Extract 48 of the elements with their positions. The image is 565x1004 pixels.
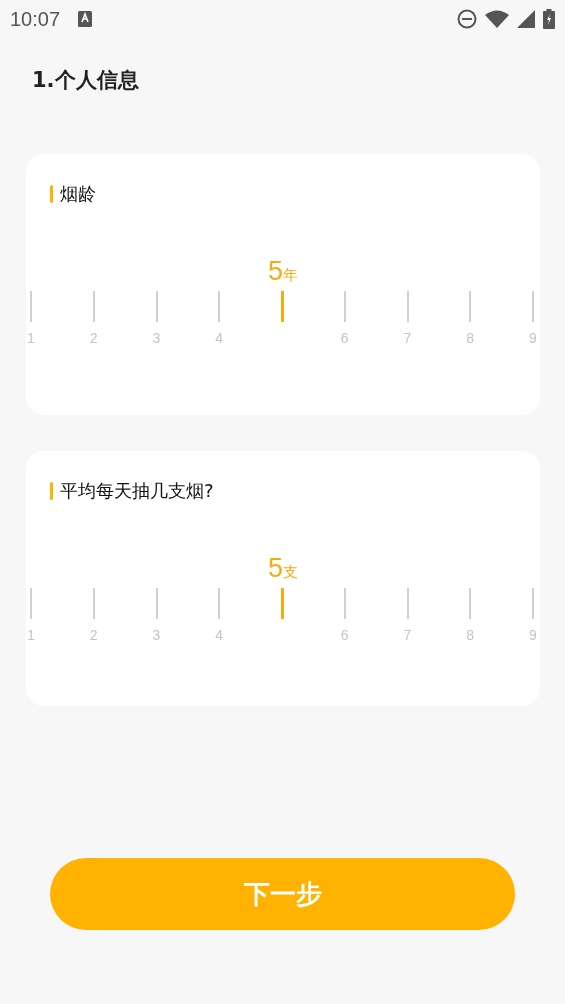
notification-icon [78,11,93,27]
tick-label: 4 [215,330,224,346]
tick-label: 7 [403,627,412,643]
page-title: 1.个人信息 [32,67,140,94]
tick-label: 8 [466,330,475,346]
tick-label: 9 [529,627,537,643]
signal-icon [517,10,535,28]
ruler-tick[interactable] [532,588,534,619]
selected-value: 5支 [268,553,298,584]
selected-tick[interactable] [280,291,284,322]
tick-label: 1 [27,330,35,346]
tick-label: 9 [529,330,537,346]
ruler-tick[interactable] [469,291,472,322]
ruler-tick[interactable] [406,588,409,619]
ruler-tick[interactable] [343,588,346,619]
status-time: 10:07 [10,7,61,31]
ruler-tick[interactable] [155,291,158,322]
ruler-tick[interactable] [532,291,534,322]
selected-tick[interactable] [280,588,284,619]
ruler-tick[interactable] [30,588,32,619]
ruler-tick[interactable] [92,588,95,619]
tick-label: 6 [340,330,349,346]
tick-label: 2 [89,627,98,643]
ruler-tick[interactable] [92,291,95,322]
tick-label: 8 [466,627,475,643]
tick-label: 7 [403,330,412,346]
ruler-tick[interactable] [218,588,221,619]
tick-label: 3 [152,330,161,346]
tick-label: 3 [152,627,161,643]
ruler-tick[interactable] [218,291,221,322]
ruler-tick[interactable] [155,588,158,619]
next-button[interactable]: 下一步 [50,858,515,930]
accent-bar [50,482,53,500]
tick-label: 2 [89,330,98,346]
ruler-tick[interactable] [30,291,32,322]
battery-icon [543,9,555,29]
selected-value: 5年 [268,256,298,287]
question-label: 平均每天抽几支烟? [60,479,214,503]
ruler-tick[interactable] [343,291,346,322]
tick-label: 1 [27,627,35,643]
question-label: 烟龄 [60,182,96,206]
tick-label: 4 [215,627,224,643]
accent-bar [50,185,53,203]
ruler-tick[interactable] [469,588,472,619]
tick-label: 6 [340,627,349,643]
ruler-tick[interactable] [406,291,409,322]
wifi-icon [485,10,509,28]
do-not-disturb-icon [457,9,477,29]
